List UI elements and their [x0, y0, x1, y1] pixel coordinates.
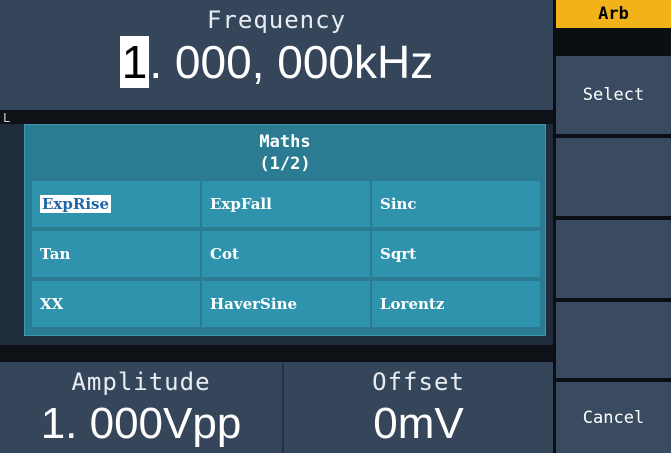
popup-item-sinc[interactable]: Sinc [372, 181, 540, 227]
popup-item-label: Tan [40, 245, 71, 263]
strip-mark: L [3, 111, 11, 125]
softkey-4[interactable] [556, 220, 671, 298]
popup-item-label: Cot [210, 245, 239, 263]
popup-item-haversine[interactable]: HaverSine [202, 281, 370, 327]
popup-item-label: Sinc [380, 195, 417, 213]
popup-item-label: HaverSine [210, 295, 298, 313]
frequency-value[interactable]: 1. 000, 000kHz [0, 32, 553, 92]
popup-item-label: Lorentz [380, 295, 445, 313]
frequency-value-rest: . 000, 000kHz [149, 36, 434, 88]
popup-item-label: Sqrt [380, 245, 417, 263]
maths-popup: Maths (1/2) ExpRise ExpFall Sinc Tan Cot… [24, 124, 546, 336]
popup-title: Maths (1/2) [25, 131, 545, 175]
softkey-header-arb: Arb [556, 0, 671, 28]
popup-item-xx[interactable]: XX [32, 281, 200, 327]
popup-title-name: Maths [259, 132, 311, 152]
offset-value: 0mV [373, 399, 464, 448]
divider-strip [0, 110, 553, 124]
cursor-digit[interactable]: 1 [119, 36, 150, 88]
softkey-cancel[interactable]: Cancel [556, 382, 671, 453]
popup-item-tan[interactable]: Tan [32, 231, 200, 277]
softkey-5[interactable] [556, 302, 671, 378]
popup-item-exprise[interactable]: ExpRise [32, 181, 200, 227]
popup-item-cot[interactable]: Cot [202, 231, 370, 277]
amplitude-value: 1. 000Vpp [40, 399, 242, 448]
softkey-select[interactable]: Select [556, 56, 671, 134]
popup-item-label: ExpRise [40, 195, 112, 213]
frequency-title: Frequency [206, 6, 347, 34]
amplitude-panel[interactable]: Amplitude 1. 000Vpp [0, 362, 282, 453]
bottom-divider-strip [0, 345, 553, 362]
popup-item-label: XX [40, 295, 64, 313]
offset-title: Offset [372, 368, 465, 396]
popup-page: (1/2) [259, 154, 311, 174]
amplitude-title: Amplitude [71, 368, 211, 396]
offset-panel[interactable]: Offset 0mV [284, 362, 553, 453]
popup-item-lorentz[interactable]: Lorentz [372, 281, 540, 327]
popup-item-sqrt[interactable]: Sqrt [372, 231, 540, 277]
popup-item-label: ExpFall [210, 195, 272, 213]
popup-item-expfall[interactable]: ExpFall [202, 181, 370, 227]
softkey-3[interactable] [556, 138, 671, 216]
